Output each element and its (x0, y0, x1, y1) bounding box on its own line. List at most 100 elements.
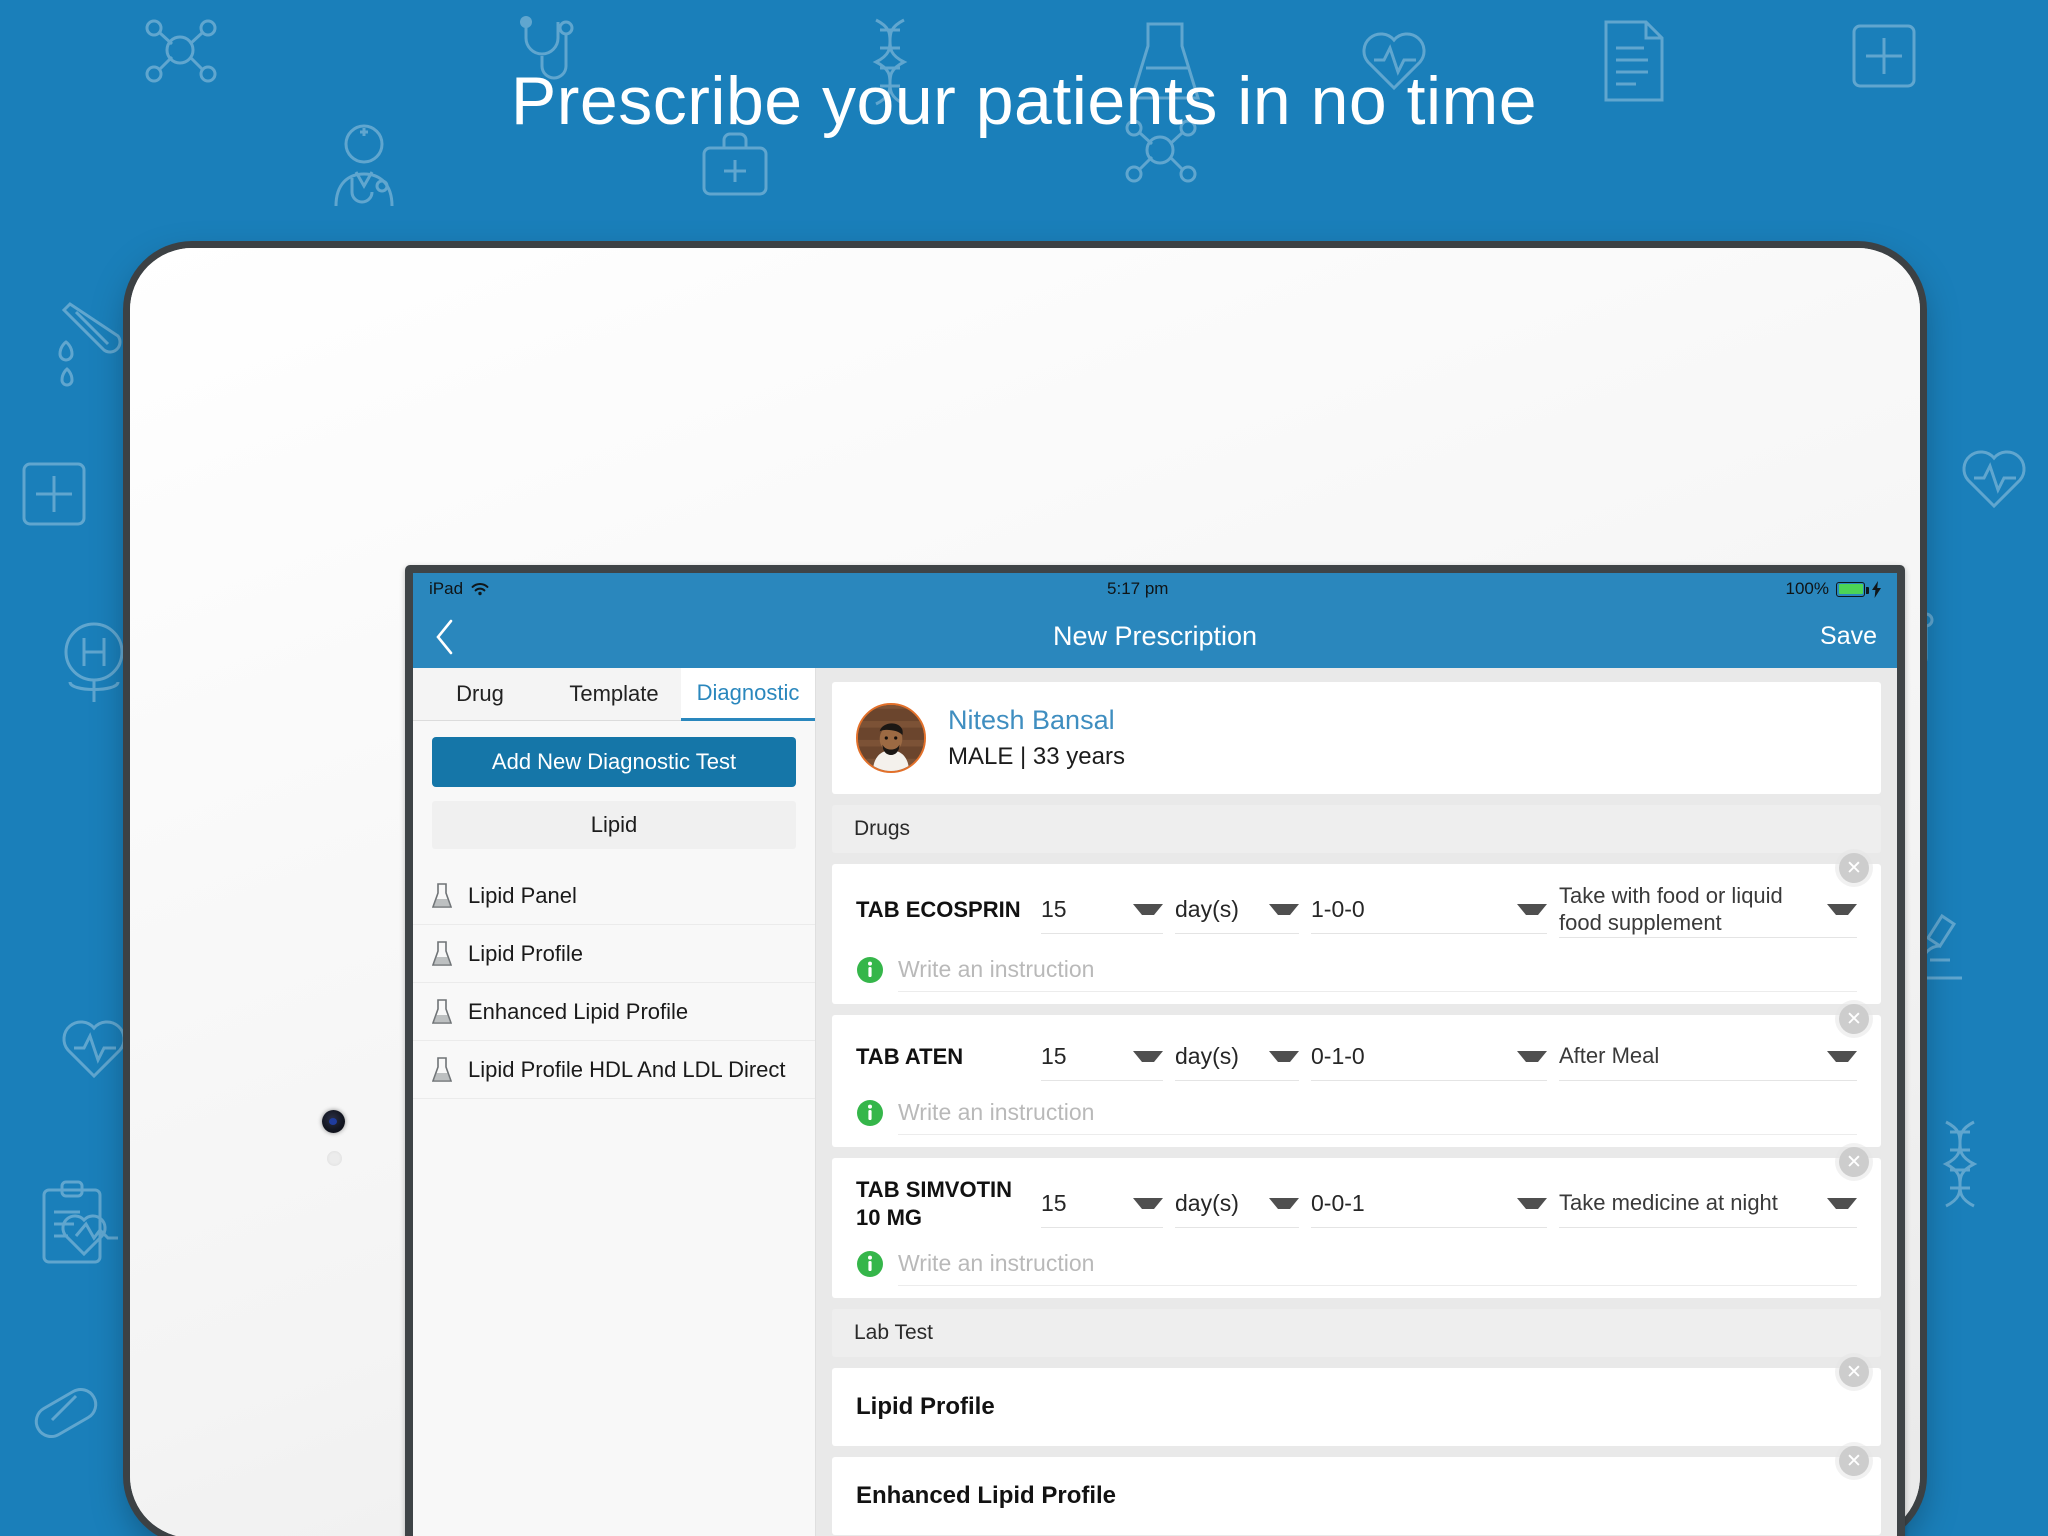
remove-lab-test-button[interactable]: ✕ (1839, 1357, 1869, 1388)
duration-unit-dropdown[interactable]: day(s) (1175, 886, 1299, 934)
dosage-dropdown[interactable]: 0-0-1 (1311, 1180, 1547, 1229)
instruction-input[interactable] (898, 948, 1857, 992)
flask-icon (432, 882, 452, 908)
diagnostic-test-list: Lipid Panel Lipid Profile Enhanced Lipid… (413, 867, 815, 1536)
flask-icon (432, 1056, 452, 1082)
chevron-down-icon (1517, 1051, 1547, 1062)
sidebar-tabs: Drug Template Diagnostic (413, 668, 815, 721)
instruction-input[interactable] (898, 1091, 1857, 1135)
info-circle-icon (857, 1100, 883, 1126)
intake-note-value: After Meal (1559, 1043, 1660, 1069)
sidebar-controls: Add New Diagnostic Test (413, 721, 815, 849)
ipad-device: iPad 5:17 pm 100% New Prescription Save … (130, 248, 1920, 1536)
chevron-down-icon (1517, 904, 1547, 915)
section-header-lab-test: Lab Test (832, 1309, 1881, 1358)
drug-row: TAB ATEN 15 day(s) 0-1-0 After Meal (832, 1015, 1881, 1087)
app-screen: iPad 5:17 pm 100% New Prescription Save … (413, 573, 1897, 1536)
drug-card: ✕ TAB ATEN 15 day(s) 0-1-0 After Meal Wr… (832, 1004, 1881, 1147)
prescription-panel: Nitesh Bansal MALE | 33 years Drugs ✕ TA… (816, 668, 1897, 1536)
duration-value: 15 (1041, 1190, 1067, 1217)
save-button[interactable]: Save (1820, 622, 1877, 651)
dosage-dropdown[interactable]: 0-1-0 (1311, 1033, 1547, 1081)
remove-lab-test-button[interactable]: ✕ (1839, 1446, 1869, 1477)
duration-value: 15 (1041, 1043, 1067, 1069)
chevron-down-icon (1133, 904, 1163, 915)
duration-unit-value: day(s) (1175, 1043, 1239, 1069)
intake-note-dropdown[interactable]: Take with food or liquid food supplement (1559, 882, 1857, 938)
duration-unit-value: day(s) (1175, 1190, 1239, 1217)
lab-test-card[interactable]: ✕ Enhanced Lipid Profile (832, 1446, 1881, 1536)
front-camera-icon (322, 1110, 345, 1133)
drug-name: TAB ATEN (856, 1043, 964, 1069)
battery-fill (1838, 584, 1863, 594)
lightning-bolt-icon (1872, 580, 1881, 598)
duration-unit-dropdown[interactable]: day(s) (1175, 1033, 1299, 1081)
chevron-down-icon (1827, 904, 1857, 915)
navigation-bar: New Prescription Save (413, 605, 1897, 668)
list-item[interactable]: Enhanced Lipid Profile (413, 983, 815, 1041)
intake-note-dropdown[interactable]: Take medicine at night (1559, 1180, 1857, 1229)
info-circle-icon (857, 957, 883, 983)
dosage-value: 1-0-0 (1311, 896, 1365, 922)
list-item[interactable]: Lipid Profile HDL And LDL Direct (413, 1041, 815, 1099)
patient-meta: MALE | 33 years (948, 743, 1125, 770)
instruction-row (856, 948, 1857, 1004)
diagnostic-search-input[interactable] (432, 801, 796, 849)
instruction-input[interactable] (898, 1242, 1857, 1287)
dosage-dropdown[interactable]: 1-0-0 (1311, 886, 1547, 934)
remove-drug-button[interactable]: ✕ (1839, 1004, 1869, 1034)
patient-card[interactable]: Nitesh Bansal MALE | 33 years (832, 682, 1881, 794)
screen-bezel: iPad 5:17 pm 100% New Prescription Save … (405, 565, 1905, 1536)
status-bar-time: 5:17 pm (1107, 579, 1169, 598)
battery-percent-label: 100% (1785, 579, 1829, 598)
page-title: Prescribe your patients in no time (510, 63, 1538, 139)
flask-icon (432, 940, 452, 966)
tab-diagnostic[interactable]: Diagnostic (681, 668, 815, 721)
section-header-drugs: Drugs (832, 805, 1881, 853)
duration-unit-value: day(s) (1175, 896, 1239, 922)
drug-name: TAB SIMVOTIN 10 MG (856, 1177, 1013, 1231)
list-item[interactable]: Lipid Profile (413, 925, 815, 983)
intake-note-value: Take with food or liquid food supplement (1559, 882, 1783, 935)
duration-dropdown[interactable]: 15 (1041, 1180, 1163, 1229)
remove-drug-button[interactable]: ✕ (1839, 1147, 1869, 1177)
lab-test-card[interactable]: ✕ Lipid Profile (832, 1357, 1881, 1447)
add-new-diagnostic-test-button[interactable]: Add New Diagnostic Test (432, 737, 796, 787)
device-label: iPad (429, 579, 464, 598)
chevron-down-icon (1827, 1198, 1857, 1210)
patient-info: Nitesh Bansal MALE | 33 years (948, 705, 1125, 771)
drug-name: TAB ECOSPRIN (856, 896, 1021, 922)
lab-test-label: Enhanced Lipid Profile (856, 1482, 1117, 1510)
patient-name: Nitesh Bansal (948, 705, 1115, 735)
chevron-down-icon (1269, 1051, 1299, 1062)
flask-icon (432, 998, 452, 1024)
duration-dropdown[interactable]: 15 (1041, 1033, 1163, 1081)
duration-dropdown[interactable]: 15 (1041, 886, 1163, 934)
drug-card: ✕ TAB ECOSPRIN 15 day(s) 1-0-0 Take with… (832, 853, 1881, 1004)
lab-test-label: Lipid Profile (856, 1393, 995, 1421)
instruction-row (856, 1091, 1857, 1147)
chevron-down-icon (1133, 1198, 1163, 1210)
list-item-label: Lipid Panel (468, 882, 577, 908)
avatar-photo (858, 705, 924, 771)
chevron-down-icon (1517, 1198, 1547, 1210)
remove-drug-button[interactable]: ✕ (1839, 853, 1869, 883)
list-item-label: Lipid Profile HDL And LDL Direct (468, 1056, 786, 1082)
battery-icon (1836, 581, 1869, 597)
list-item[interactable]: Lipid Panel (413, 867, 815, 925)
drug-row: TAB SIMVOTIN 10 MG 15 day(s) 0-0-1 Take … (832, 1158, 1881, 1238)
drug-row: TAB ECOSPRIN 15 day(s) 1-0-0 Take with f… (832, 864, 1881, 944)
intake-note-dropdown[interactable]: After Meal (1559, 1033, 1857, 1081)
tab-template[interactable]: Template (547, 668, 681, 721)
left-sidebar: Drug Template Diagnostic Add New Diagnos… (413, 668, 816, 1536)
tab-drug[interactable]: Drug (413, 668, 547, 721)
status-bar-right: 100% (1786, 579, 1881, 599)
instruction-row (856, 1242, 1857, 1298)
wifi-icon (471, 583, 489, 596)
dosage-value: 0-0-1 (1311, 1190, 1365, 1217)
patient-avatar (856, 703, 926, 773)
intake-note-value: Take medicine at night (1559, 1190, 1778, 1216)
duration-unit-dropdown[interactable]: day(s) (1175, 1180, 1299, 1229)
chevron-down-icon (1269, 904, 1299, 915)
back-button[interactable] (433, 617, 473, 657)
